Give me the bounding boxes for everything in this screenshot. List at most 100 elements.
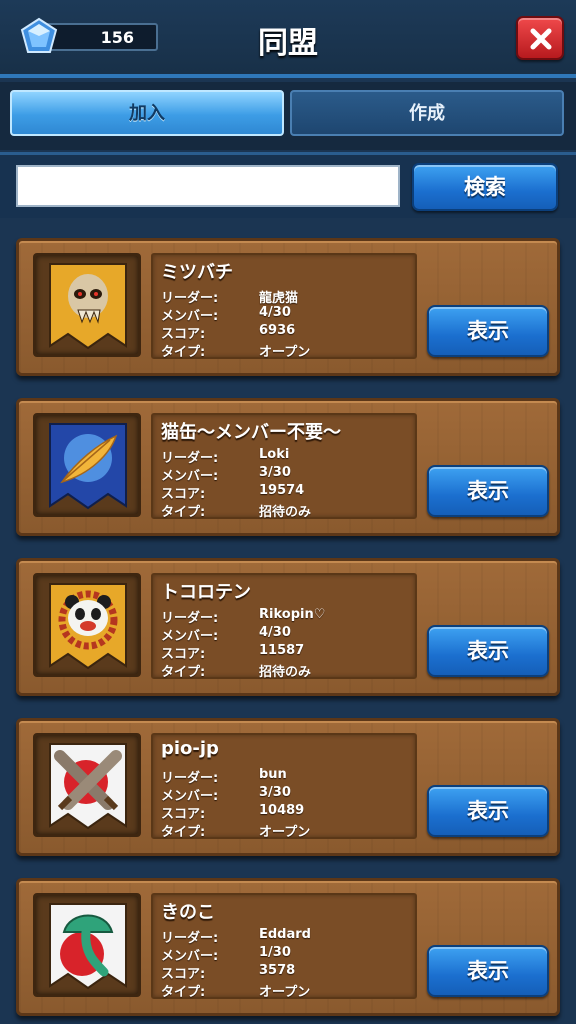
type-label: タイプ:	[161, 985, 206, 1000]
type-value: オープン	[259, 985, 311, 1000]
members-row: メンバー: 1/30	[161, 945, 411, 964]
leader-value: Rikopin♡	[259, 607, 326, 622]
score-value: 10489	[259, 803, 305, 818]
type-label: タイプ:	[161, 665, 206, 680]
type-label: タイプ:	[161, 505, 206, 520]
tab-create[interactable]: 作成	[290, 90, 564, 136]
score-label: スコア:	[161, 327, 206, 342]
leader-row: リーダー: 龍虎猫	[161, 287, 411, 306]
score-row: スコア: 19574	[161, 483, 411, 502]
type-label: タイプ:	[161, 345, 206, 360]
alliance-name: トコロテン	[161, 582, 251, 603]
view-button[interactable]: 表示	[427, 785, 549, 837]
score-label: スコア:	[161, 487, 206, 502]
leader-value: Loki	[259, 447, 290, 462]
panda-emblem-icon	[49, 583, 127, 670]
leader-label: リーダー:	[161, 771, 219, 786]
leader-value: 龍虎猫	[259, 291, 299, 306]
emblem-frame	[33, 253, 141, 357]
members-label: メンバー:	[161, 629, 219, 644]
leader-row: リーダー: Loki	[161, 447, 411, 466]
alliance-name: ミツバチ	[161, 262, 233, 283]
members-label: メンバー:	[161, 309, 219, 324]
leader-label: リーダー:	[161, 611, 219, 626]
alliance-info: pio-jp リーダー: bun メンバー: 3/30 スコア: 10489 タイプ:…	[151, 733, 417, 840]
alliance-name: きのこ	[161, 902, 215, 923]
view-button[interactable]: 表示	[427, 945, 549, 997]
type-row: タイプ: 招待のみ	[161, 661, 411, 680]
score-value: 19574	[259, 483, 305, 498]
close-button[interactable]	[516, 16, 564, 60]
feather-emblem-icon	[49, 423, 127, 510]
alliance-info: きのこ リーダー: Eddard メンバー: 1/30 スコア: 3578 タイプ: オ…	[151, 893, 417, 1000]
members-label: メンバー:	[161, 469, 219, 484]
tab-bar: 加入 作成	[0, 82, 576, 150]
type-value: 招待のみ	[259, 505, 312, 520]
alliance-info: 猫缶〜メンバー不要〜 リーダー: Loki メンバー: 3/30 スコア: 19574…	[151, 413, 417, 520]
type-value: 招待のみ	[259, 665, 312, 680]
members-row: メンバー: 4/30	[161, 305, 411, 324]
leader-label: リーダー:	[161, 931, 219, 946]
type-row: タイプ: オープン	[161, 981, 411, 1000]
score-label: スコア:	[161, 807, 206, 822]
alliance-card: きのこ リーダー: Eddard メンバー: 1/30 スコア: 3578 タイプ: オ…	[16, 878, 560, 1016]
emblem-frame	[33, 413, 141, 517]
score-row: スコア: 3578	[161, 963, 411, 982]
leader-row: リーダー: bun	[161, 767, 411, 786]
members-value: 1/30	[259, 945, 291, 960]
score-value: 6936	[259, 323, 296, 338]
alliance-info: ミツバチ リーダー: 龍虎猫 メンバー: 4/30 スコア: 6936 タイプ: オープ…	[151, 253, 417, 360]
score-row: スコア: 11587	[161, 643, 411, 662]
members-value: 4/30	[259, 305, 291, 320]
leader-value: bun	[259, 767, 287, 782]
view-button[interactable]: 表示	[427, 465, 549, 517]
score-value: 11587	[259, 643, 305, 658]
alliance-name: pio-jp	[161, 738, 219, 759]
members-label: メンバー:	[161, 949, 219, 964]
alliance-name: 猫缶〜メンバー不要〜	[161, 422, 341, 443]
type-label: タイプ:	[161, 825, 206, 840]
search-input[interactable]	[16, 165, 400, 207]
close-icon	[530, 28, 552, 50]
score-label: スコア:	[161, 647, 206, 662]
score-row: スコア: 6936	[161, 323, 411, 342]
type-value: オープン	[259, 825, 311, 840]
score-value: 3578	[259, 963, 296, 978]
top-bar: 156 同盟	[0, 0, 576, 78]
leader-value: Eddard	[259, 927, 311, 942]
alliance-list[interactable]: ミツバチ リーダー: 龍虎猫 メンバー: 4/30 スコア: 6936 タイプ: オープ…	[0, 222, 576, 1024]
alliance-card: pio-jp リーダー: bun メンバー: 3/30 スコア: 10489 タイプ:…	[16, 718, 560, 856]
score-label: スコア:	[161, 967, 206, 982]
members-value: 3/30	[259, 465, 291, 480]
type-row: タイプ: オープン	[161, 341, 411, 360]
emblem-frame	[33, 893, 141, 997]
members-row: メンバー: 3/30	[161, 465, 411, 484]
emblem-frame	[33, 573, 141, 677]
leader-row: リーダー: Eddard	[161, 927, 411, 946]
page-title: 同盟	[258, 26, 318, 61]
members-row: メンバー: 4/30	[161, 625, 411, 644]
alliance-card: 猫缶〜メンバー不要〜 リーダー: Loki メンバー: 3/30 スコア: 19574…	[16, 398, 560, 536]
leader-label: リーダー:	[161, 291, 219, 306]
crossed-swords-emblem-icon	[49, 743, 127, 830]
mushroom-emblem-icon	[49, 903, 127, 990]
score-row: スコア: 10489	[161, 803, 411, 822]
search-button[interactable]: 検索	[412, 163, 558, 211]
view-button[interactable]: 表示	[427, 305, 549, 357]
leader-row: リーダー: Rikopin♡	[161, 607, 411, 626]
view-button[interactable]: 表示	[427, 625, 549, 677]
type-row: タイプ: オープン	[161, 821, 411, 840]
members-label: メンバー:	[161, 789, 219, 804]
emblem-frame	[33, 733, 141, 837]
type-row: タイプ: 招待のみ	[161, 501, 411, 520]
members-value: 3/30	[259, 785, 291, 800]
alliance-card: ミツバチ リーダー: 龍虎猫 メンバー: 4/30 スコア: 6936 タイプ: オープ…	[16, 238, 560, 376]
members-row: メンバー: 3/30	[161, 785, 411, 804]
tab-join[interactable]: 加入	[10, 90, 284, 136]
alliance-info: トコロテン リーダー: Rikopin♡ メンバー: 4/30 スコア: 11587 …	[151, 573, 417, 680]
alliance-card: トコロテン リーダー: Rikopin♡ メンバー: 4/30 スコア: 11587 …	[16, 558, 560, 696]
search-bar: 検索	[0, 152, 576, 218]
members-value: 4/30	[259, 625, 291, 640]
leader-label: リーダー:	[161, 451, 219, 466]
type-value: オープン	[259, 345, 311, 360]
